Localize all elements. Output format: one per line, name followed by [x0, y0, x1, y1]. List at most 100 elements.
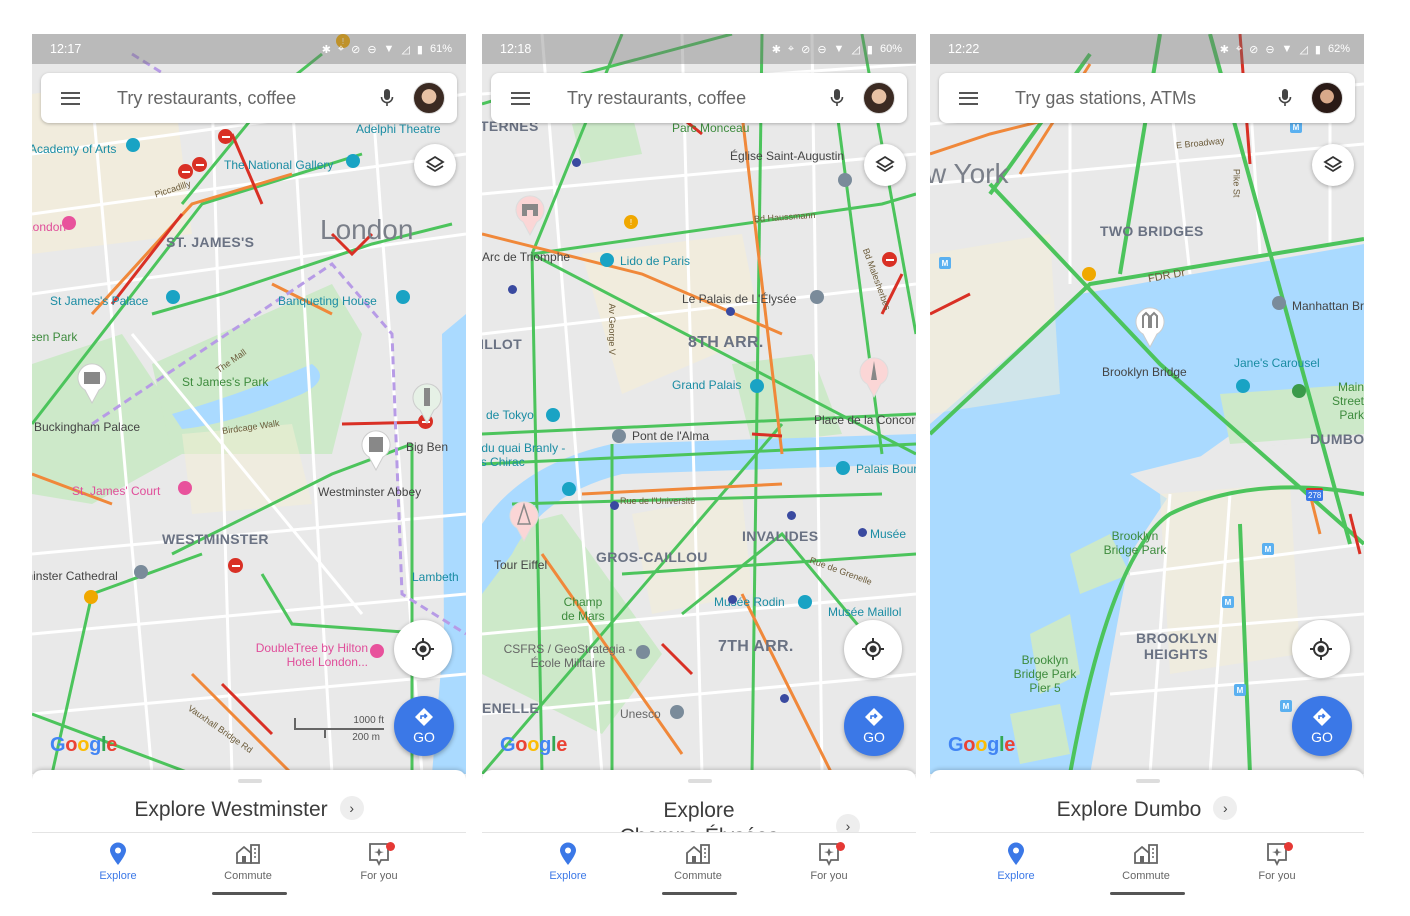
attraction-pin-icon[interactable]: [546, 408, 560, 422]
voice-search-button[interactable]: [817, 73, 857, 123]
my-location-button[interactable]: [844, 620, 902, 678]
menu-button[interactable]: [41, 73, 99, 123]
layers-button[interactable]: [414, 144, 456, 186]
map-label-poi[interactable]: Palais Bourbon: [856, 462, 916, 477]
layers-button[interactable]: [1312, 144, 1354, 186]
museum-pin-icon[interactable]: [810, 290, 824, 304]
map-label-poi[interactable]: Academy of Arts: [32, 142, 116, 157]
road-closure-icon[interactable]: [218, 129, 233, 144]
road-closure-icon[interactable]: [178, 164, 193, 179]
tab-explore[interactable]: Explore: [518, 841, 618, 889]
map-label-poi[interactable]: Buckingham Palace: [34, 420, 140, 435]
chevron-right-icon[interactable]: ›: [836, 814, 860, 832]
map-label-park[interactable]: Brooklyn Bridge Park: [1100, 529, 1170, 558]
gesture-nav-bar[interactable]: [662, 892, 737, 895]
my-location-button[interactable]: [1292, 620, 1350, 678]
tab-explore[interactable]: Explore: [966, 841, 1066, 889]
map-label-poi[interactable]: Brooklyn Bridge: [1102, 365, 1187, 380]
map-label-poi[interactable]: Unesco: [620, 707, 661, 722]
tab-commute[interactable]: Commute: [1096, 841, 1196, 889]
my-location-button[interactable]: [394, 620, 452, 678]
map-label-poi[interactable]: Musée: [870, 527, 906, 542]
tab-commute[interactable]: Commute: [198, 841, 298, 889]
map-label-park[interactable]: Green Park: [32, 330, 77, 345]
buckingham-palace-landmark-icon[interactable]: [76, 362, 108, 404]
subway-station-icon[interactable]: M: [1234, 684, 1246, 696]
explore-title[interactable]: Explore Dumbo: [1057, 798, 1202, 821]
hotel-pin-icon[interactable]: [178, 481, 192, 495]
map-label-poi[interactable]: Westminster Cathedral: [32, 569, 118, 584]
attraction-pin-icon[interactable]: [126, 138, 140, 152]
park-pin-icon[interactable]: [1292, 384, 1306, 398]
search-input[interactable]: Try restaurants, coffee: [99, 88, 367, 109]
voice-search-button[interactable]: [367, 73, 407, 123]
subway-station-icon[interactable]: M: [1222, 596, 1234, 608]
map-label-poi[interactable]: Banqueting House: [278, 294, 377, 309]
attraction-pin-icon[interactable]: [836, 461, 850, 475]
hotel-pin-icon[interactable]: [62, 216, 76, 230]
menu-button[interactable]: [939, 73, 997, 123]
map-label-poi[interactable]: Église Saint-Augustin: [730, 149, 844, 164]
westminster-abbey-landmark-icon[interactable]: [360, 429, 392, 471]
map-label-poi[interactable]: Manhattan Bridge: [1292, 299, 1364, 314]
map-label-poi[interactable]: St James's Palace: [50, 294, 148, 309]
map-label-poi[interactable]: The National Gallery: [224, 158, 333, 173]
search-bar[interactable]: Try restaurants, coffee: [41, 73, 457, 123]
explore-sheet[interactable]: Explore Champs-Élysées ›: [482, 770, 916, 832]
attraction-pin-icon[interactable]: [166, 290, 180, 304]
account-avatar[interactable]: [1311, 82, 1343, 114]
metro-station-icon[interactable]: [858, 528, 867, 537]
church-pin-icon[interactable]: [838, 173, 852, 187]
construction-icon[interactable]: [84, 590, 98, 604]
big-ben-landmark-icon[interactable]: [411, 382, 443, 424]
tab-for-you[interactable]: For you: [329, 841, 429, 889]
chevron-right-icon[interactable]: ›: [1213, 796, 1238, 821]
museum-pin-icon[interactable]: [346, 154, 360, 168]
map-label-park[interactable]: St James's Park: [182, 375, 268, 390]
brooklyn-bridge-landmark-icon[interactable]: [1134, 306, 1166, 348]
account-avatar[interactable]: [413, 82, 445, 114]
map-label-poi[interactable]: Adelphi Theatre: [356, 122, 441, 137]
explore-title[interactable]: Explore Westminster: [134, 798, 327, 821]
attraction-pin-icon[interactable]: [1236, 379, 1250, 393]
map-label-hotel[interactable]: St. James' Court: [72, 484, 160, 499]
road-closure-icon[interactable]: [192, 157, 207, 172]
metro-station-icon[interactable]: [726, 307, 735, 316]
museum-pin-icon[interactable]: [750, 379, 764, 393]
nightlife-pin-icon[interactable]: [600, 253, 614, 267]
subway-station-icon[interactable]: M: [939, 257, 951, 269]
eiffel-tower-landmark-icon[interactable]: [508, 500, 540, 542]
hotel-pin-icon[interactable]: [370, 644, 384, 658]
explore-sheet[interactable]: Explore Dumbo ›: [930, 770, 1364, 832]
go-directions-button[interactable]: GO: [1292, 696, 1352, 756]
menu-button[interactable]: [491, 73, 549, 123]
map-label-poi[interactable]: Jane's Carousel: [1234, 356, 1320, 371]
map-label-hotel[interactable]: Ritz London: [32, 220, 66, 235]
map-label-poi[interactable]: Big Ben: [406, 440, 448, 455]
map-label-poi[interactable]: Westminster Abbey: [318, 485, 421, 500]
map-label-poi[interactable]: Pont de l'Alma: [632, 429, 709, 444]
search-input[interactable]: Try restaurants, coffee: [549, 88, 817, 109]
subway-station-icon[interactable]: M: [1280, 700, 1292, 712]
map-label-poi[interactable]: Le Palais de L'Élysée: [682, 292, 796, 307]
map-label-poi[interactable]: Main Street Park: [1310, 380, 1364, 422]
map-label-poi[interactable]: CSFRS / GeoStrategia - École Militaire: [498, 642, 638, 671]
metro-station-icon[interactable]: [787, 511, 796, 520]
layers-button[interactable]: [864, 144, 906, 186]
obelisk-landmark-icon[interactable]: [858, 356, 890, 398]
gesture-nav-bar[interactable]: [1110, 892, 1185, 895]
map-label-hotel[interactable]: DoubleTree by Hilton Hotel London...: [238, 641, 368, 670]
sheet-drag-handle[interactable]: [688, 779, 712, 783]
church-pin-icon[interactable]: [134, 565, 148, 579]
go-directions-button[interactable]: GO: [844, 696, 904, 756]
metro-station-icon[interactable]: [572, 158, 581, 167]
map-label-park[interactable]: Champ de Mars: [556, 595, 610, 624]
map-label-poi[interactable]: Grand Palais: [672, 378, 741, 393]
map-label-poi[interactable]: Lambeth: [412, 570, 459, 585]
map-label-poi[interactable]: Musée Rodin: [714, 595, 785, 610]
bridge-pin-icon[interactable]: [612, 429, 626, 443]
map-label-park[interactable]: Brooklyn Bridge Park Pier 5: [1010, 653, 1080, 695]
map-label-poi[interactable]: Lido de Paris: [620, 254, 690, 269]
road-closure-icon[interactable]: [882, 252, 897, 267]
map-label-poi[interactable]: Musée Maillol: [828, 605, 901, 620]
